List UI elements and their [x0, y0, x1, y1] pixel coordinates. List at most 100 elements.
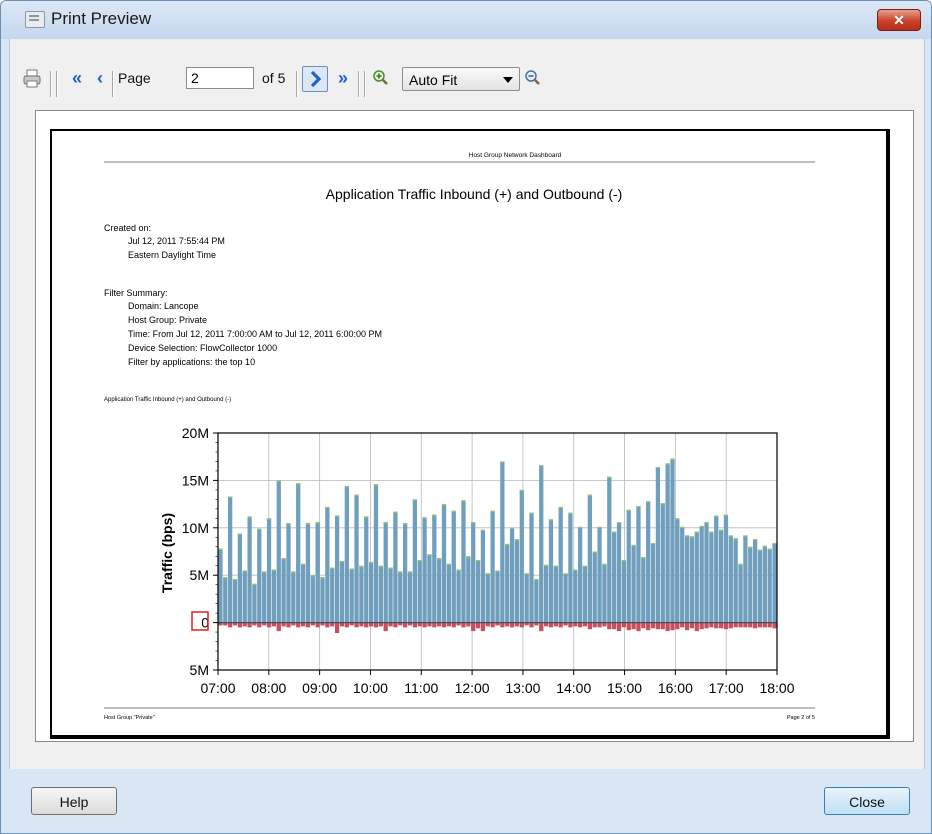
inbound-bar-cap: [276, 480, 281, 482]
inbound-bar-cap: [616, 522, 622, 524]
page-number-input[interactable]: [186, 67, 254, 89]
inbound-bar-cap: [680, 526, 685, 529]
inbound-bar: [612, 531, 617, 623]
inbound-bar-cap: [573, 569, 578, 571]
created-date: Jul 12, 2011 7:55:44 PM: [128, 236, 225, 246]
footer-page-number: Page 2 of 5: [787, 715, 815, 721]
outbound-bar: [344, 622, 349, 628]
inbound-bar-cap: [388, 567, 393, 569]
inbound-bar-cap: [612, 531, 617, 533]
inbound-bar-cap: [461, 500, 466, 502]
printer-icon[interactable]: [22, 67, 42, 89]
inbound-bar-cap: [568, 512, 573, 514]
inbound-bar: [485, 573, 490, 623]
next-page-icon: [310, 70, 322, 88]
inbound-bar-cap: [558, 506, 563, 509]
inbound-bar: [257, 528, 262, 623]
outbound-bar: [772, 622, 777, 629]
outbound-bar: [480, 622, 486, 632]
inbound-bar: [548, 519, 554, 623]
toolbar-separator: [50, 71, 51, 97]
preview-area[interactable]: Host Group Network Dashboard Application…: [35, 110, 914, 742]
zoom-select[interactable]: Auto Fit: [402, 67, 520, 91]
close-button[interactable]: Close: [824, 787, 910, 815]
zoom-out-icon[interactable]: [524, 67, 542, 89]
inbound-bar-cap: [398, 571, 403, 573]
inbound-bar: [247, 516, 252, 623]
outbound-bar: [422, 622, 427, 628]
inbound-bar: [733, 538, 738, 623]
outbound-bar: [490, 622, 495, 628]
inbound-bar-cap: [437, 558, 442, 560]
inbound-bar: [752, 539, 758, 623]
report-title: Application Traffic Inbound (+) and Outb…: [326, 186, 623, 202]
outbound-bar: [631, 622, 636, 630]
y-tick-label: 10M: [182, 520, 209, 536]
window-close-button[interactable]: ✕: [877, 9, 921, 31]
inbound-bar-cap: [723, 514, 729, 516]
inbound-bar: [665, 463, 670, 623]
inbound-bar: [553, 565, 558, 623]
outbound-bar: [315, 622, 320, 628]
inbound-bar: [509, 527, 515, 623]
help-button[interactable]: Help: [31, 787, 117, 815]
inbound-bar-cap: [738, 563, 743, 566]
inbound-bar: [475, 560, 481, 623]
outbound-bar: [597, 622, 602, 628]
inbound-bar-cap: [509, 527, 515, 529]
x-tick-label: 12:00: [455, 680, 490, 696]
inbound-bar-cap: [534, 578, 539, 581]
inbound-bar-cap: [266, 518, 272, 520]
last-page-icon[interactable]: »: [332, 67, 354, 89]
inbound-bar-cap: [373, 484, 379, 486]
inbound-bar: [636, 505, 641, 623]
inbound-bar-cap: [368, 561, 374, 564]
outbound-bar: [689, 622, 695, 629]
outbound-bar: [650, 622, 656, 629]
inbound-bar-cap: [364, 516, 369, 518]
next-page-button[interactable]: [302, 66, 328, 92]
inbound-bar-cap: [296, 483, 301, 485]
inbound-bar: [305, 523, 311, 623]
inbound-bar-cap: [315, 522, 320, 524]
inbound-bar: [582, 565, 588, 623]
inbound-bar: [524, 573, 529, 623]
inbound-bar: [412, 499, 417, 623]
inbound-bar-cap: [704, 522, 709, 524]
outbound-bar: [393, 622, 398, 628]
inbound-bar-cap: [218, 548, 223, 550]
inbound-bar: [451, 510, 456, 623]
preview-panel: « ‹ Page of 5 » Auto Fit: [9, 39, 925, 769]
inbound-bar-cap: [271, 569, 277, 571]
previous-page-icon[interactable]: ‹: [92, 67, 108, 89]
y-tick-label: 5M: [190, 567, 209, 583]
zoom-in-icon[interactable]: [372, 67, 390, 89]
inbound-bar: [276, 480, 281, 623]
inbound-bar-cap: [772, 542, 777, 545]
inbound-bar-cap: [281, 558, 286, 560]
inbound-bar-cap: [325, 506, 330, 509]
outbound-bar: [228, 622, 233, 628]
outbound-bar: [276, 622, 281, 632]
inbound-bar: [646, 501, 651, 623]
inbound-bar-cap: [733, 538, 738, 540]
inbound-bar-cap: [505, 543, 510, 546]
outbound-bar: [748, 622, 753, 628]
inbound-bar-cap: [529, 512, 534, 514]
outbound-bar: [752, 622, 758, 629]
inbound-bar-cap: [519, 489, 524, 492]
toolbar-separator: [358, 71, 359, 97]
inbound-bar: [383, 522, 388, 623]
filter-host-group: Host Group: Private: [128, 315, 207, 325]
inbound-bar: [354, 494, 359, 623]
inbound-bar-cap: [621, 560, 627, 562]
first-page-icon[interactable]: «: [66, 67, 88, 89]
inbound-bar-cap: [310, 575, 315, 577]
inbound-bar: [616, 522, 622, 623]
outbound-bar: [646, 622, 651, 631]
inbound-bar: [266, 518, 272, 623]
inbound-bar: [655, 467, 661, 623]
inbound-bar: [578, 526, 583, 623]
inbound-bar: [587, 494, 592, 623]
outbound-bar: [757, 622, 763, 628]
